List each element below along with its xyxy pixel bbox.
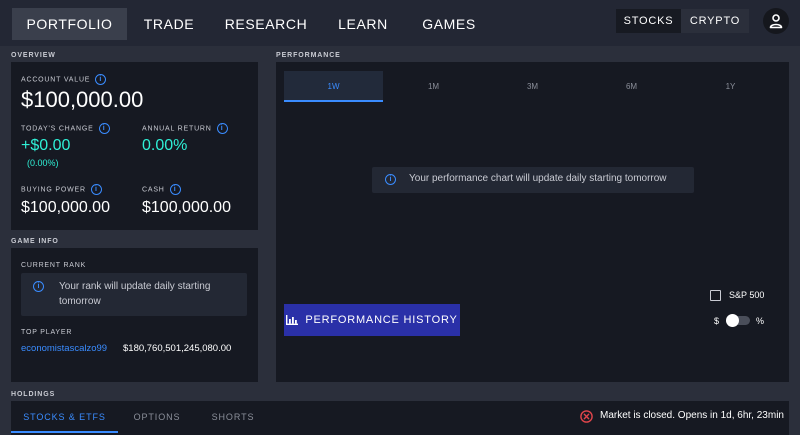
- info-icon[interactable]: i: [216, 123, 228, 134]
- info-icon: i: [385, 174, 396, 185]
- sp500-checkbox[interactable]: [710, 290, 721, 301]
- todays-change-percent: (0.00%): [27, 158, 59, 168]
- rank-notice: i Your rank will update daily starting t…: [21, 273, 247, 316]
- buying-power-label: BUYING POWER i: [21, 184, 102, 195]
- holdings-tab-shorts[interactable]: SHORTS: [196, 403, 270, 433]
- buying-power-value: $100,000.00: [21, 199, 110, 216]
- todays-change-value: +$0.00: [21, 137, 71, 154]
- sp500-label: S&P 500: [729, 290, 765, 300]
- info-icon[interactable]: i: [90, 184, 102, 195]
- nav-tab-trade[interactable]: TRADE: [135, 8, 203, 40]
- top-player-label: TOP PLAYER: [21, 329, 73, 336]
- top-player-link[interactable]: economistascalzo99: [21, 343, 107, 354]
- nav-tab-games[interactable]: GAMES: [415, 8, 483, 40]
- range-tab-3m[interactable]: 3M: [483, 71, 582, 102]
- annual-return-value: 0.00%: [142, 137, 188, 154]
- toggle-percent-label: %: [756, 316, 765, 326]
- holdings-section-label: HOLDINGS: [11, 391, 56, 398]
- account-value: $100,000.00: [21, 87, 144, 112]
- performance-history-button[interactable]: PERFORMANCE HISTORY: [284, 304, 460, 336]
- performance-section-label: PERFORMANCE: [276, 52, 341, 59]
- performance-history-label: PERFORMANCE HISTORY: [305, 314, 458, 326]
- rank-notice-text: Your rank will update daily starting tom…: [59, 281, 211, 307]
- crypto-toggle[interactable]: CRYPTO: [681, 9, 749, 33]
- range-tab-1w[interactable]: 1W: [284, 71, 383, 102]
- info-icon[interactable]: i: [169, 184, 181, 195]
- bar-chart-icon: [286, 315, 299, 325]
- nav-tab-research[interactable]: RESEARCH: [222, 8, 310, 40]
- range-tab-6m[interactable]: 6M: [582, 71, 681, 102]
- overview-section-label: OVERVIEW: [11, 52, 56, 59]
- toggle-knob[interactable]: [726, 314, 739, 327]
- user-avatar-button[interactable]: [763, 8, 789, 34]
- toggle-dollar-label: $: [714, 316, 720, 326]
- nav-tab-portfolio[interactable]: PORTFOLIO: [12, 8, 127, 40]
- info-icon: i: [33, 281, 44, 292]
- holdings-tab-stocks-etfs[interactable]: STOCKS & ETFS: [11, 403, 118, 433]
- top-player-value: $180,760,501,245,080.00: [123, 343, 232, 354]
- overview-panel: ACCOUNT VALUE i $100,000.00 TODAY'S CHANG…: [11, 62, 258, 230]
- nav-tab-learn[interactable]: LEARN: [330, 8, 396, 40]
- game-info-section-label: GAME INFO: [11, 238, 59, 245]
- cash-label: CASH i: [142, 184, 181, 195]
- annual-return-label: ANNUAL RETURN i: [142, 123, 228, 134]
- account-value-label: ACCOUNT VALUE i: [21, 74, 107, 85]
- info-icon[interactable]: i: [95, 74, 107, 85]
- user-icon: [769, 14, 783, 29]
- stocks-toggle[interactable]: STOCKS: [616, 9, 681, 33]
- current-rank-label: CURRENT RANK: [21, 262, 87, 269]
- market-closed-icon: [580, 410, 593, 423]
- info-icon[interactable]: i: [98, 123, 110, 134]
- performance-notice: i Your performance chart will update dai…: [372, 167, 694, 193]
- game-info-panel: CURRENT RANK i Your rank will update dai…: [11, 248, 258, 382]
- holdings-tab-options[interactable]: OPTIONS: [118, 403, 196, 433]
- todays-change-label: TODAY'S CHANGE i: [21, 123, 110, 134]
- cash-value: $100,000.00: [142, 199, 231, 216]
- range-tab-1m[interactable]: 1M: [384, 71, 483, 102]
- range-tab-1y[interactable]: 1Y: [681, 71, 780, 102]
- top-nav: PORTFOLIO TRADE RESEARCH LEARN GAMES STO…: [0, 0, 800, 46]
- market-status-text: Market is closed. Opens in 1d, 6hr, 23mi…: [600, 410, 784, 421]
- performance-notice-text: Your performance chart will update daily…: [409, 173, 667, 184]
